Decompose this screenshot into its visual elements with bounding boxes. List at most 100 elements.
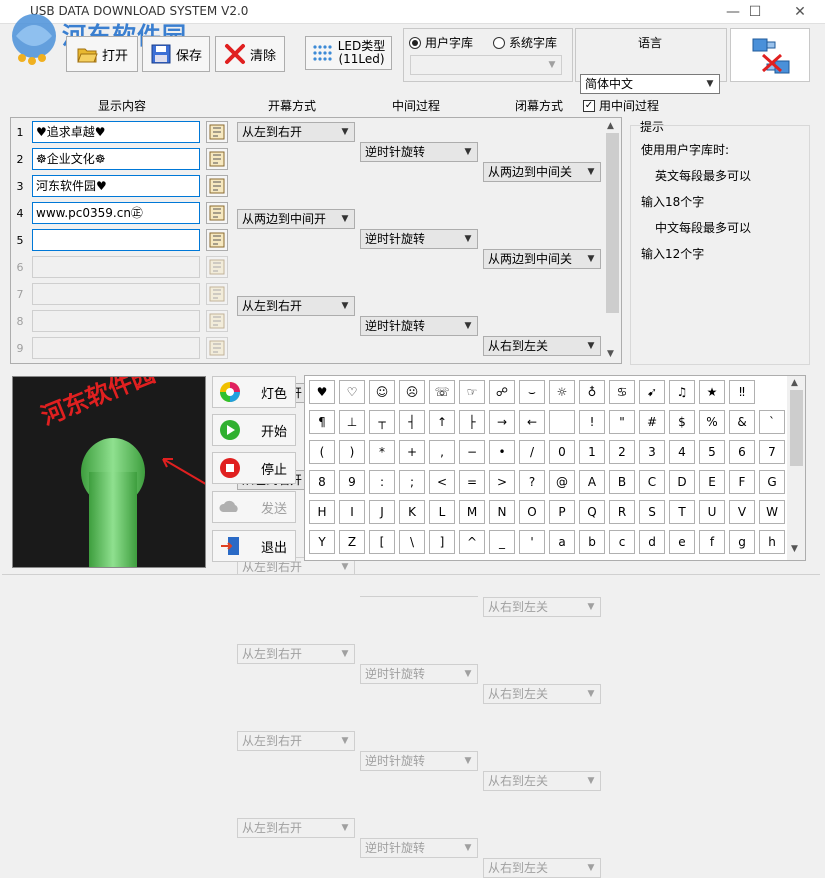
clear-button[interactable]: 清除: [215, 36, 285, 72]
symbol-cell[interactable]: ☏: [429, 380, 455, 404]
user-font-radio[interactable]: 用户字库: [409, 34, 473, 51]
close-effect-select[interactable]: 从右到左关▼: [483, 597, 601, 617]
symbol-cell[interactable]: ]: [429, 530, 455, 554]
symbol-cell[interactable]: ": [609, 410, 635, 434]
symbol-cell[interactable]: 6: [729, 440, 755, 464]
symbol-cell[interactable]: ┬: [369, 410, 395, 434]
maximize-button[interactable]: ☐: [735, 2, 775, 22]
symbol-cell[interactable]: 7: [759, 440, 785, 464]
language-select[interactable]: 简体中文 ▼: [580, 74, 720, 94]
symbol-cell[interactable]: F: [729, 470, 755, 494]
symbol-cell[interactable]: >: [489, 470, 515, 494]
symbol-cell[interactable]: ➹: [639, 380, 665, 404]
symbol-cell[interactable]: ←: [519, 410, 545, 434]
segment-text-input[interactable]: 河东软件园♥: [32, 175, 200, 197]
symbol-picker-button[interactable]: [206, 337, 228, 359]
segment-text-input[interactable]: [32, 310, 200, 332]
symbol-cell[interactable]: &: [729, 410, 755, 434]
symbol-cell[interactable]: 1: [579, 440, 605, 464]
symbol-cell[interactable]: ★: [699, 380, 725, 404]
symbol-cell[interactable]: ): [339, 440, 365, 464]
close-effect-select[interactable]: 从右到左关▼: [483, 858, 601, 878]
open-button[interactable]: 打开: [66, 36, 138, 72]
symbol-cell[interactable]: P: [549, 500, 575, 524]
symbol-cell[interactable]: L: [429, 500, 455, 524]
symbol-cell[interactable]: /: [519, 440, 545, 464]
close-effect-select[interactable]: 从两边到中间关 ▼: [483, 162, 601, 182]
symbol-cell[interactable]: ♥: [309, 380, 335, 404]
symbol-cell[interactable]: ': [519, 530, 545, 554]
segment-text-input[interactable]: ♥追求卓越♥: [32, 121, 200, 143]
symbol-cell[interactable]: (: [309, 440, 335, 464]
symbol-cell[interactable]: =: [459, 470, 485, 494]
scroll-thumb[interactable]: [606, 133, 619, 313]
symbol-cell[interactable]: Y: [309, 530, 335, 554]
middle-effect-select[interactable]: 逆时针旋转 ▼: [360, 316, 478, 336]
symbol-picker-button[interactable]: [206, 202, 228, 224]
symbol-cell[interactable]: ☺: [369, 380, 395, 404]
open-effect-select[interactable]: 从左到右开 ▼: [237, 644, 355, 664]
open-effect-select[interactable]: 从左到右开 ▼: [237, 122, 355, 142]
symbol-cell[interactable]: \: [399, 530, 425, 554]
stop-button[interactable]: 停止: [212, 452, 296, 484]
segment-text-input[interactable]: [32, 256, 200, 278]
symbol-cell[interactable]: R: [609, 500, 635, 524]
symbol-cell[interactable]: O: [519, 500, 545, 524]
symbol-cell[interactable]: `: [759, 410, 785, 434]
symbol-cell[interactable]: e: [669, 530, 695, 554]
symbol-cell[interactable]: :: [369, 470, 395, 494]
segment-text-input[interactable]: www.pc0359.cn㊣: [32, 202, 200, 224]
symbol-cell[interactable]: <: [429, 470, 455, 494]
symbol-cell[interactable]: %: [699, 410, 725, 434]
use-middle-checkbox[interactable]: ✓ 用中间过程: [583, 97, 659, 114]
symbol-picker-button[interactable]: [206, 229, 228, 251]
symbol-cell[interactable]: ?: [519, 470, 545, 494]
middle-effect-select[interactable]: 逆时针旋转 ▼: [360, 838, 478, 858]
close-effect-select[interactable]: 从两边到中间关 ▼: [483, 249, 601, 269]
symbol-cell[interactable]: ┤: [399, 410, 425, 434]
symbol-cell[interactable]: ^: [459, 530, 485, 554]
exit-button[interactable]: 退出: [212, 530, 296, 562]
open-effect-select[interactable]: 从两边到中间开 ▼: [237, 209, 355, 229]
symbol-cell[interactable]: ☍: [489, 380, 515, 404]
segment-text-input[interactable]: [32, 337, 200, 359]
symbol-cell[interactable]: _: [489, 530, 515, 554]
close-effect-select[interactable]: 从右到左关▼: [483, 771, 601, 791]
symbol-cell[interactable]: 8: [309, 470, 335, 494]
symbol-cell[interactable]: D: [669, 470, 695, 494]
symbol-cell[interactable]: ♁: [579, 380, 605, 404]
send-button[interactable]: 发送: [212, 491, 296, 523]
symbol-cell[interactable]: !: [579, 410, 605, 434]
close-effect-select[interactable]: 从右到左关▼: [483, 684, 601, 704]
symbol-cell[interactable]: I: [339, 500, 365, 524]
symbol-cell[interactable]: ☞: [459, 380, 485, 404]
symbol-cell[interactable]: 9: [339, 470, 365, 494]
segment-text-input[interactable]: [32, 283, 200, 305]
symbol-cell[interactable]: Q: [579, 500, 605, 524]
symbol-picker-button[interactable]: [206, 121, 228, 143]
middle-effect-select[interactable]: 逆时针旋转 ▼: [360, 229, 478, 249]
open-effect-select[interactable]: 从左到右开 ▼: [237, 731, 355, 751]
symbol-cell[interactable]: B: [609, 470, 635, 494]
symbol-cell[interactable]: K: [399, 500, 425, 524]
symbol-cell[interactable]: c: [609, 530, 635, 554]
table-scrollbar[interactable]: ▲ ▼: [604, 119, 621, 363]
symbol-cell[interactable]: ¶: [309, 410, 335, 434]
symbol-cell[interactable]: 2: [609, 440, 635, 464]
middle-effect-select[interactable]: 逆时针旋转 ▼: [360, 751, 478, 771]
symbol-picker-button[interactable]: [206, 175, 228, 197]
symbol-cell[interactable]: a: [549, 530, 575, 554]
symbol-cell[interactable]: ⊥: [339, 410, 365, 434]
led-type-button[interactable]: LED类型 (11Led): [305, 36, 392, 70]
symbol-cell[interactable]: ☹: [399, 380, 425, 404]
symbol-cell[interactable]: ♡: [339, 380, 365, 404]
usb-device-box[interactable]: [730, 28, 810, 82]
symbol-cell[interactable]: V: [729, 500, 755, 524]
symbol-cell[interactable]: T: [669, 500, 695, 524]
symbol-cell[interactable]: E: [699, 470, 725, 494]
symbol-cell[interactable]: ,: [429, 440, 455, 464]
symbol-cell[interactable]: N: [489, 500, 515, 524]
symbol-cell[interactable]: ;: [399, 470, 425, 494]
symbol-picker-button[interactable]: [206, 283, 228, 305]
symbol-cell[interactable]: g: [729, 530, 755, 554]
